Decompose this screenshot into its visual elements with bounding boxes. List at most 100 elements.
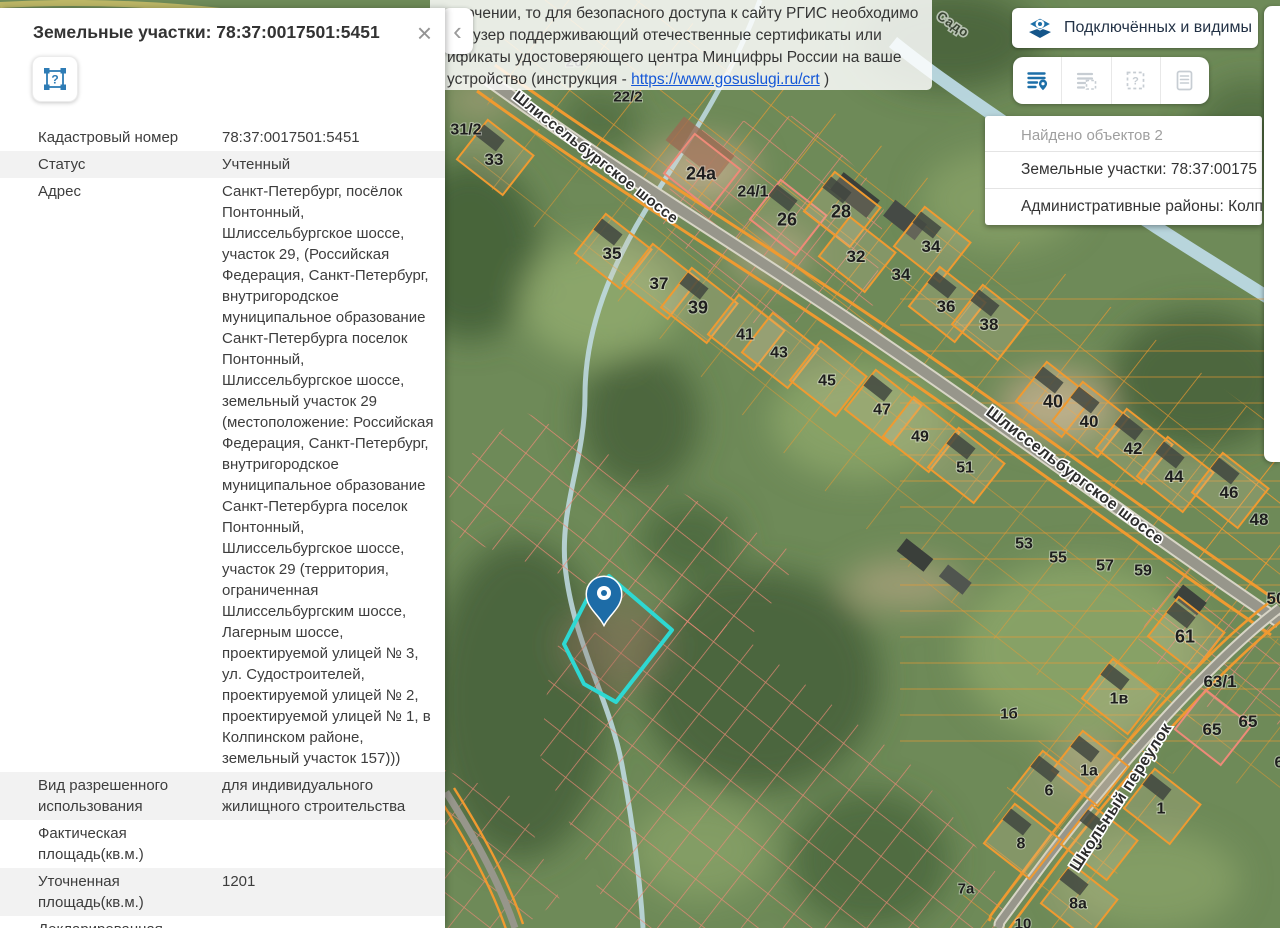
report-button[interactable]: [1161, 57, 1209, 104]
parcel-number: 24/1: [737, 184, 768, 201]
results-count-label: Найдено объектов 2: [985, 116, 1262, 151]
identify-area-icon: ?: [42, 66, 68, 92]
parcel-number: 34: [922, 237, 941, 256]
visible-layers-button[interactable]: Подключённых и видимы: [1012, 8, 1258, 48]
parcel-number: 36: [937, 297, 956, 316]
parcel-number: 37: [650, 274, 669, 293]
parcel-number: 31/2: [450, 122, 481, 139]
question-extent-icon: ?: [1124, 69, 1147, 92]
attribute-row: Декларированная площадь(кв.м.): [0, 916, 445, 928]
search-result-item[interactable]: Земельные участки: 78:37:00175: [985, 151, 1262, 188]
parcel-number: 49: [911, 429, 929, 446]
selection-list-button[interactable]: [1062, 57, 1111, 104]
parcel-number: 28: [831, 201, 851, 221]
parcel-number: 1в: [1110, 691, 1129, 708]
attribute-label: Вид разрешенного использования: [38, 775, 222, 817]
svg-text:?: ?: [1132, 76, 1139, 88]
parcel-number: 7а: [958, 880, 975, 897]
notification-text-line: браузер поддерживающий отечественные сер…: [447, 25, 927, 47]
attribute-value: 1201: [222, 871, 435, 913]
parcel-number: 47: [873, 402, 891, 419]
notification-text-line: ключении, то для безопасного доступа к с…: [447, 3, 927, 25]
parcel-number: 48: [1250, 510, 1269, 529]
parcel-number: 57: [1096, 558, 1114, 575]
identify-object-button[interactable]: ?: [1112, 57, 1161, 104]
parcel-number: 6: [1045, 783, 1054, 800]
parcel-number: 35: [603, 244, 622, 263]
parcel-number: 38: [980, 315, 999, 334]
parcel-number: 33: [485, 150, 504, 169]
parcel-number: 32: [847, 247, 866, 266]
parcel-number: 43: [770, 345, 788, 362]
collapse-notification-button[interactable]: ‹: [442, 8, 473, 54]
identify-area-button[interactable]: ?: [32, 56, 78, 102]
attribute-value: для индивидуального жилищного строительс…: [222, 775, 435, 817]
parcel-number: 26: [777, 209, 797, 229]
attribute-row: Кадастровый номер78:37:0017501:5451: [0, 124, 445, 151]
list-with-extent-icon: [1075, 69, 1098, 92]
parcel-number: 65: [1203, 720, 1222, 739]
attribute-row: Вид разрешенного использованиядля индиви…: [0, 772, 445, 820]
parcel-number: 1а: [1080, 763, 1098, 780]
parcel-number: 40: [1080, 412, 1099, 431]
parcel-number: 53: [1015, 536, 1033, 553]
parcel-number: 6: [1275, 755, 1280, 772]
attribute-row: Фактическая площадь(кв.м.): [0, 820, 445, 868]
list-with-pin-icon: [1026, 69, 1049, 92]
notification-banner: ключении, то для безопасного доступа к с…: [430, 0, 932, 90]
parcel-number: 51: [956, 460, 974, 477]
attribute-row: Уточненная площадь(кв.м.)1201: [0, 868, 445, 916]
parcel-number: 44: [1165, 467, 1184, 486]
parcel-number: 50: [1267, 589, 1280, 608]
parcel-number: 42: [1124, 439, 1143, 458]
close-icon[interactable]: ×: [417, 20, 432, 46]
attribute-value: 78:37:0017501:5451: [222, 127, 435, 148]
attribute-value: Санкт-Петербург, посёлок Понтонный, Шлис…: [222, 181, 435, 769]
svg-text:?: ?: [51, 73, 58, 87]
attribute-label: Уточненная площадь(кв.м.): [38, 871, 222, 913]
feature-info-panel: Земельные участки: 78:37:0017501:5451 × …: [0, 8, 445, 928]
attribute-label: Адрес: [38, 181, 222, 769]
notification-text: ключении, то для безопасного доступа к с…: [447, 3, 927, 91]
attribute-label: Кадастровый номер: [38, 127, 222, 148]
attribute-row: АдресСанкт-Петербург, посёлок Понтонный,…: [0, 178, 445, 772]
attribute-label: Декларированная площадь(кв.м.): [38, 919, 222, 928]
layers-eye-icon: [1027, 16, 1053, 40]
attribute-label: Фактическая площадь(кв.м.): [38, 823, 222, 865]
parcel-number: 55: [1049, 550, 1067, 567]
parcel-number: 41: [736, 327, 754, 344]
parcel-number: 46: [1220, 483, 1239, 502]
parcel-number: 34: [892, 265, 911, 284]
parcel-number: 61: [1175, 626, 1195, 646]
gosuslugi-link[interactable]: https://www.gosuslugi.ru/crt: [631, 71, 820, 88]
parcel-number: 8а: [1069, 896, 1087, 913]
attribute-value: Учтенный: [222, 154, 435, 175]
parcel-number: 1: [1157, 801, 1166, 818]
parcel-number: 1б: [1000, 705, 1018, 722]
parcel-number: 8: [1017, 836, 1026, 853]
attribute-row: СтатусУчтенный: [0, 151, 445, 178]
attribute-value: [222, 823, 435, 865]
visible-layers-label: Подключённых и видимы: [1064, 19, 1252, 37]
results-toolbar: ?: [1013, 57, 1209, 104]
parcel-number: 10: [1015, 915, 1032, 928]
parcel-number: 65: [1239, 712, 1258, 731]
parcel-number: 40: [1043, 391, 1063, 411]
parcel-number: 59: [1134, 563, 1152, 580]
parcel-number: 45: [818, 373, 836, 390]
notification-text-line: ификаты удостоверяющего центра Минцифры …: [447, 47, 927, 69]
attribute-table: Кадастровый номер78:37:0017501:5451Стату…: [0, 124, 445, 928]
chevron-left-icon: ‹: [453, 16, 462, 47]
objects-list-button[interactable]: [1013, 57, 1062, 104]
document-icon: [1173, 69, 1196, 92]
notification-text-line: устройство (инструкция - https://www.gos…: [447, 69, 927, 91]
search-result-item[interactable]: Административные районы: Колп: [985, 188, 1262, 225]
collapsed-panel-edge[interactable]: [1264, 6, 1280, 462]
parcel-number: 24а: [686, 163, 717, 183]
search-results-panel: Найдено объектов 2 Земельные участки: 78…: [985, 116, 1262, 225]
parcel-number: 63/1: [1203, 672, 1236, 691]
panel-title: Земельные участки: 78:37:0017501:5451: [33, 22, 380, 42]
attribute-value: [222, 919, 435, 928]
parcel-number: 39: [688, 297, 708, 317]
attribute-label: Статус: [38, 154, 222, 175]
